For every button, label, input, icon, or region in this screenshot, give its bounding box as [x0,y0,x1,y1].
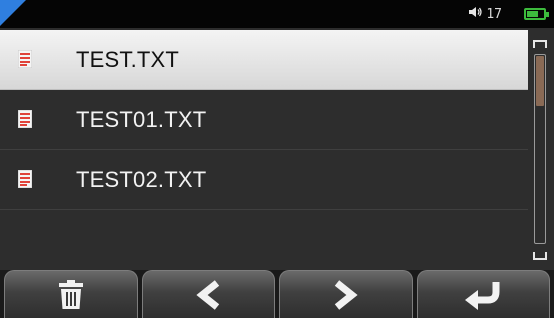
file-row-2[interactable]: TEST02.TXT [0,150,528,210]
chevron-right-icon [331,279,361,310]
empty-list-area [0,210,528,270]
scrollbar-bottom-cap [533,252,547,260]
battery-icon [524,8,549,20]
next-button[interactable] [279,270,413,318]
corner-accent [0,0,26,26]
file-list: TEST.TXT TEST01.TXT TEST02.TXT [0,30,528,270]
previous-button[interactable] [141,270,275,318]
volume-level: 17 [486,6,502,22]
scrollbar-thumb[interactable] [536,56,544,106]
back-button[interactable] [416,270,550,318]
text-file-icon [17,49,33,69]
status-indicators: 17 [469,4,549,24]
text-file-icon [17,109,33,129]
return-arrow-icon [463,280,503,310]
battery-level-fill [527,11,538,17]
status-bar: 17 [0,0,554,28]
file-row-0[interactable]: TEST.TXT [0,30,528,90]
scrollbar[interactable] [530,40,550,260]
scrollbar-track[interactable] [534,54,546,244]
scrollbar-top-cap [533,40,547,48]
file-row-1[interactable]: TEST01.TXT [0,90,528,150]
bottom-toolbar [0,270,554,318]
volume-indicator: 17 [469,6,502,22]
chevron-left-icon [193,279,223,310]
text-file-icon [17,169,33,189]
trash-icon [58,279,84,310]
file-browser-screen: 17 TEST.TXT TEST01.TXT TEST02.TXT [0,0,554,318]
speaker-icon [469,6,483,22]
file-name: TEST01.TXT [76,106,207,132]
delete-button[interactable] [4,270,138,318]
file-name: TEST.TXT [76,46,180,72]
file-name: TEST02.TXT [76,166,207,192]
